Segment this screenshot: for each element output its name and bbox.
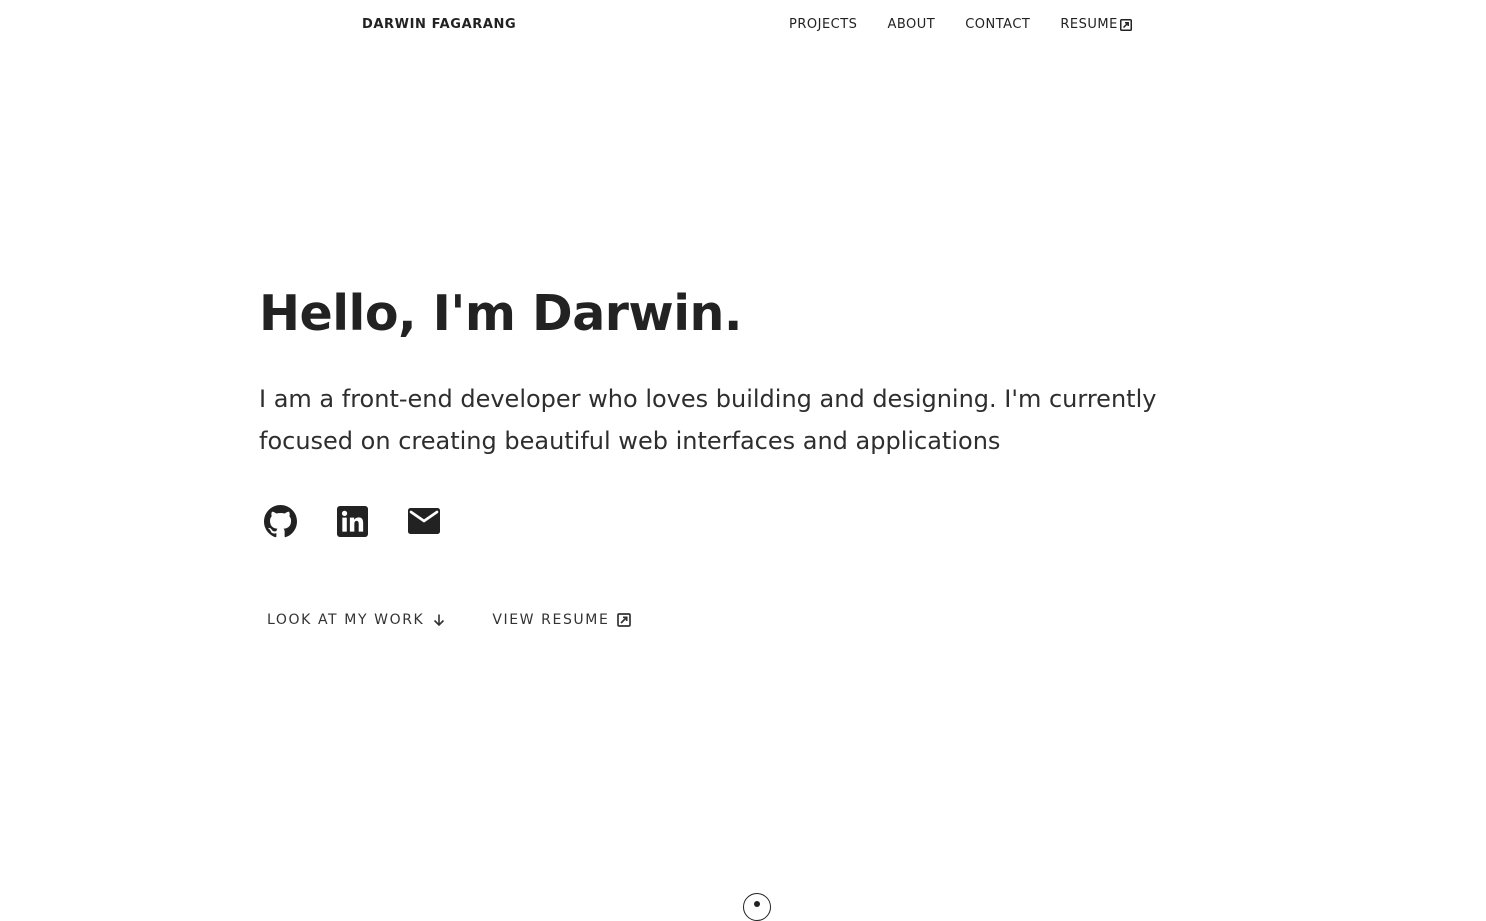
nav-link-contact[interactable]: CONTACT	[965, 17, 1030, 33]
brand-link[interactable]: DARWIN FAGARANG	[362, 17, 516, 33]
arrow-down-icon	[434, 614, 445, 627]
nav-link-resume[interactable]: RESUME	[1060, 17, 1132, 33]
email-link[interactable]	[406, 503, 442, 539]
view-resume-button[interactable]: VIEW RESUME	[484, 606, 639, 634]
hero-actions: LOOK AT MY WORK VIEW RESUME	[259, 606, 669, 634]
view-resume-label: VIEW RESUME	[492, 612, 610, 628]
linkedin-link[interactable]	[334, 503, 370, 539]
look-at-my-work-button[interactable]: LOOK AT MY WORK	[259, 606, 454, 634]
nav-link-contact-label: CONTACT	[965, 17, 1031, 32]
external-link-icon	[617, 613, 632, 627]
hero-description: I am a front-end developer who loves bui…	[259, 385, 1157, 455]
nav-link-projects[interactable]: PROJECTS	[789, 17, 857, 33]
mail-icon	[408, 508, 440, 534]
external-link-icon	[1119, 19, 1132, 31]
github-link[interactable]	[262, 503, 298, 539]
github-icon	[263, 504, 297, 537]
look-at-my-work-label: LOOK AT MY WORK	[267, 612, 425, 628]
nav-link-about-label: ABOUT	[887, 17, 936, 32]
scroll-down-indicator[interactable]	[743, 893, 771, 921]
social-links	[262, 503, 478, 539]
navbar: DARWIN FAGARANG PROJECTS ABOUT CONTACT R…	[0, 0, 1486, 50]
hero-section: Hello, I'm Darwin. I am a front-end deve…	[259, 280, 1239, 462]
nav-link-projects-label: PROJECTS	[789, 17, 858, 32]
nav-links: PROJECTS ABOUT CONTACT RESUME	[789, 17, 1132, 33]
nav-link-about[interactable]: ABOUT	[887, 17, 935, 33]
nav-link-resume-label: RESUME	[1060, 17, 1118, 32]
linkedin-icon	[336, 505, 368, 537]
hero-title: Hello, I'm Darwin.	[259, 285, 743, 342]
scroll-dot-icon	[754, 901, 760, 907]
